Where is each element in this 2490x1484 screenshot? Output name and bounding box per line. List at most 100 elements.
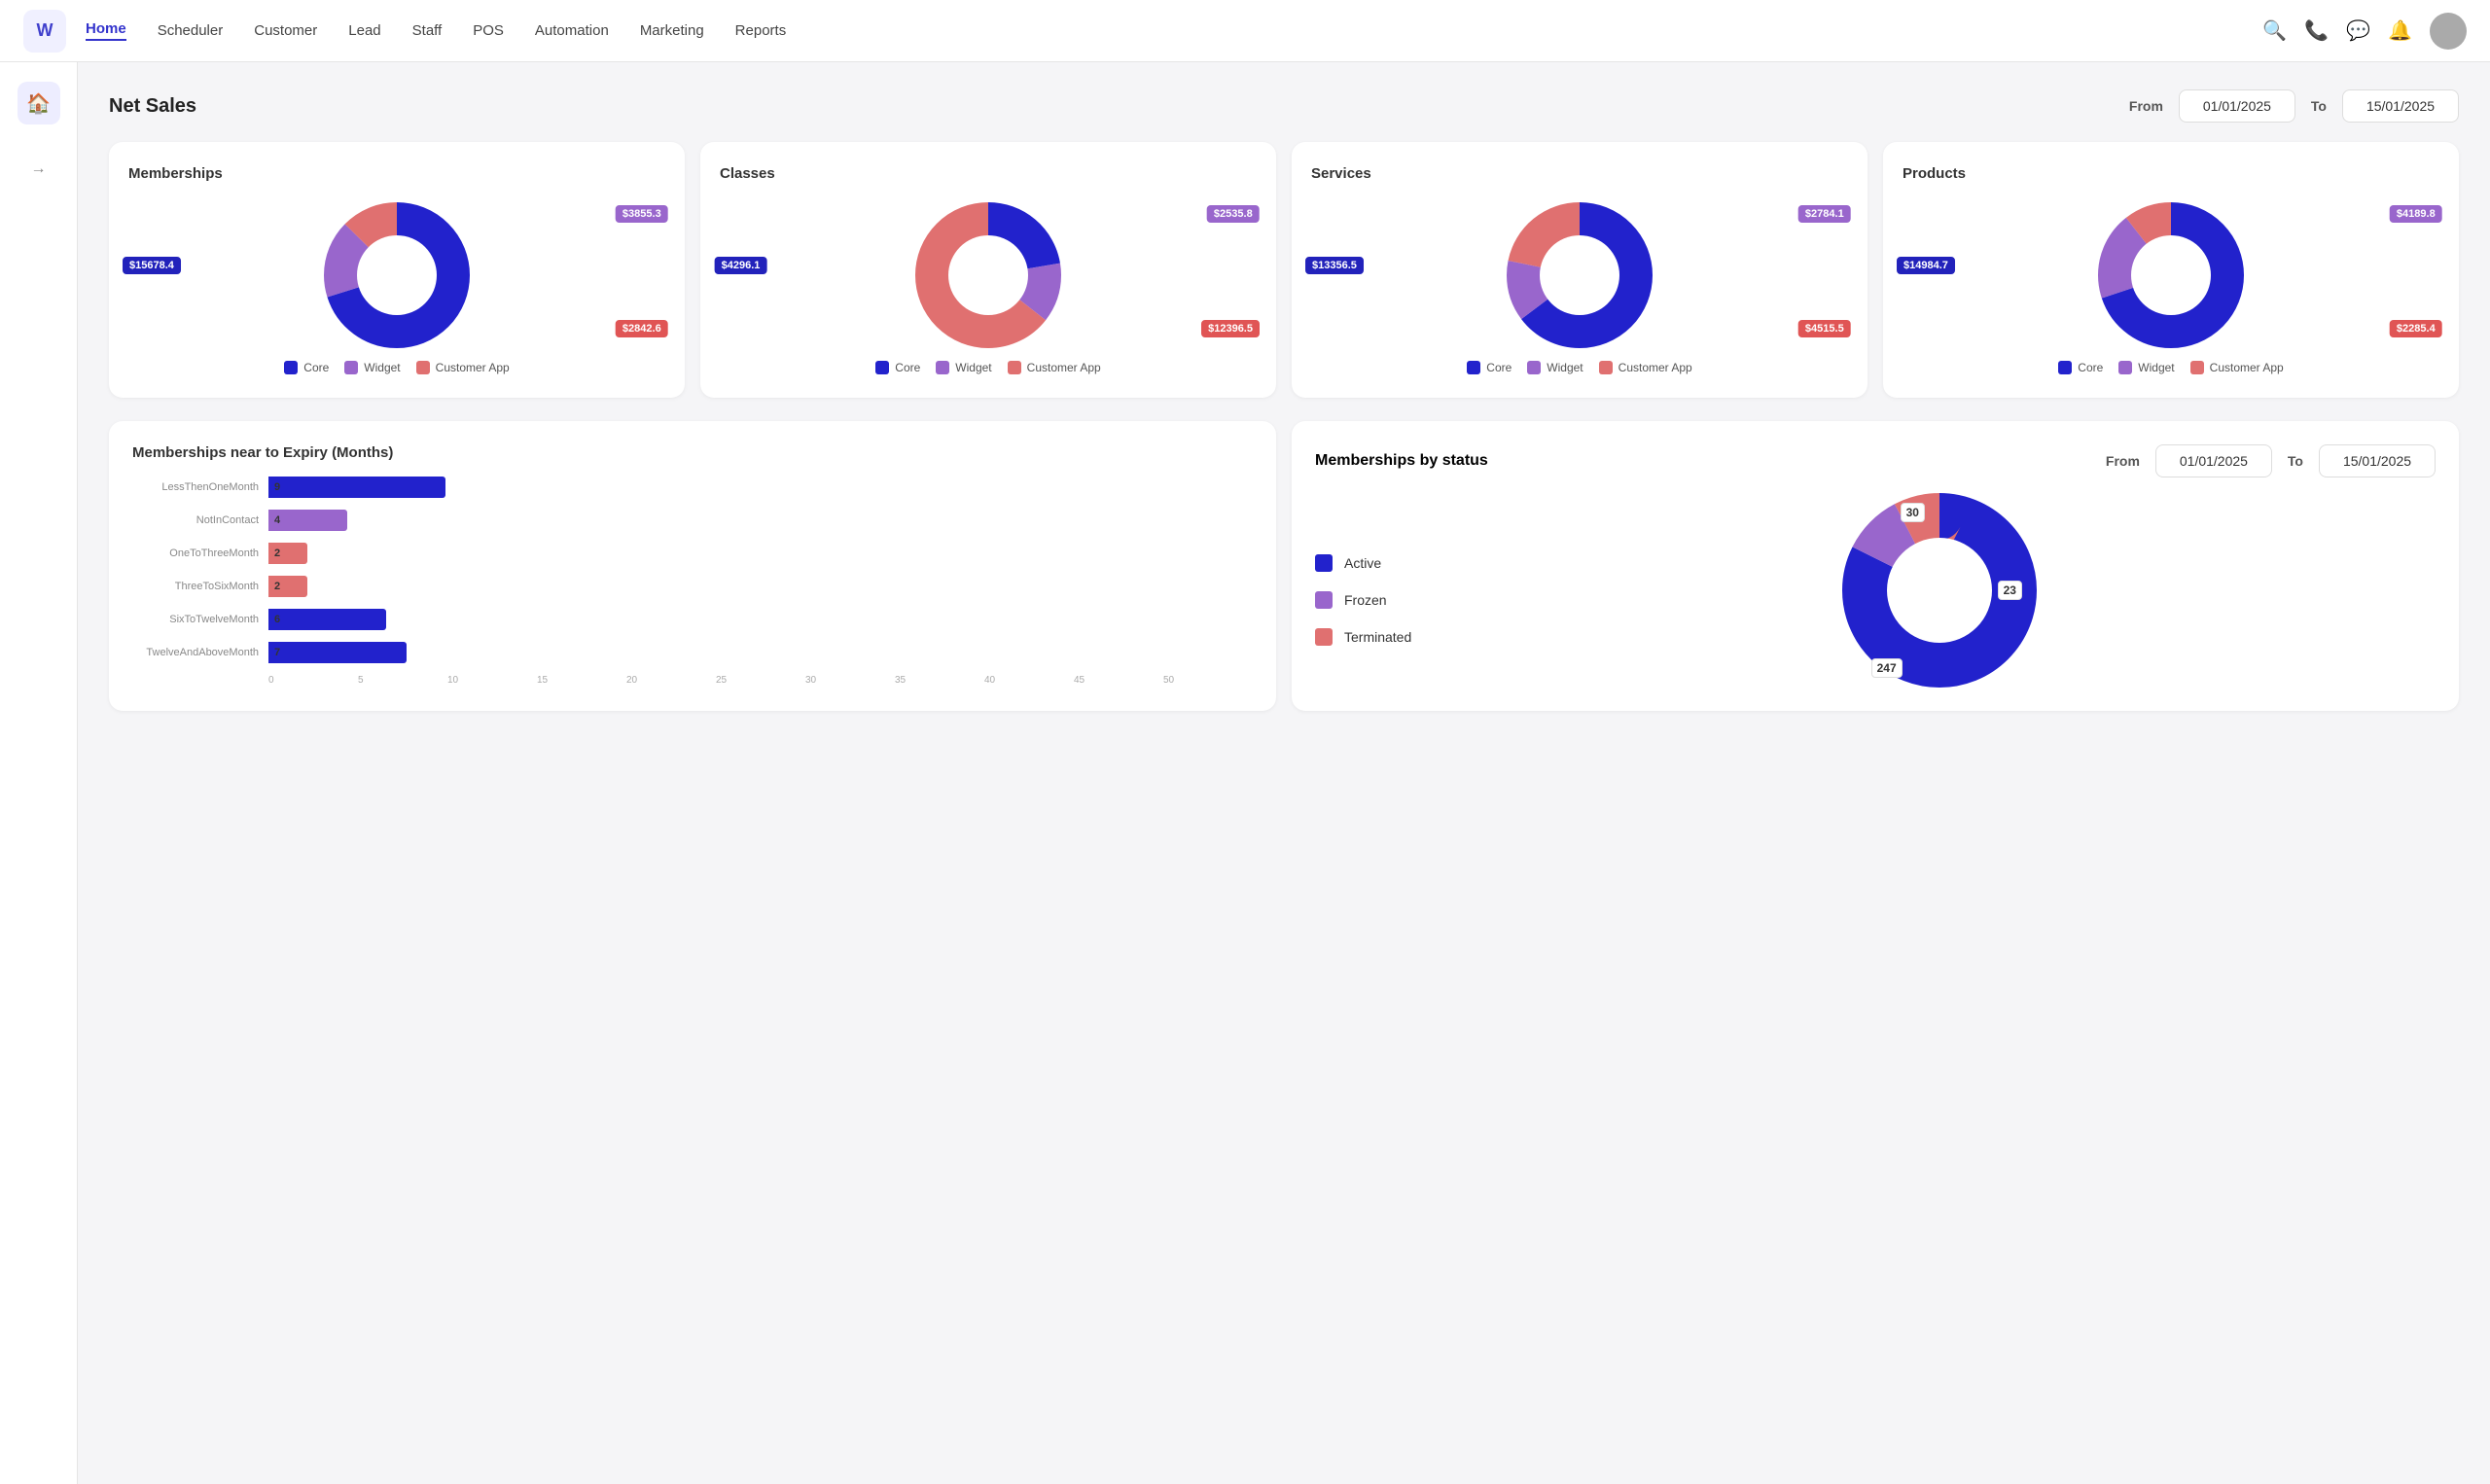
legend-item: Core <box>1467 361 1512 374</box>
status-legend-label: Frozen <box>1344 592 1387 608</box>
legend-dot <box>1467 361 1480 374</box>
legend-label: Core <box>1486 361 1512 374</box>
x-tick: 35 <box>895 675 984 686</box>
legend-label: Widget <box>955 361 991 374</box>
donut-ann-label: 23 <box>1998 581 2022 600</box>
legend-dot <box>2190 361 2204 374</box>
legend-label: Widget <box>1547 361 1583 374</box>
legend-dot <box>2118 361 2132 374</box>
legend-label: Customer App <box>2210 361 2284 374</box>
x-tick: 0 <box>268 675 358 686</box>
bar-row: TwelveAndAboveMonth7 <box>132 642 1253 663</box>
legend-item: Customer App <box>2190 361 2284 374</box>
status-legend: ActiveFrozenTerminated <box>1315 554 1411 646</box>
donut-cards-grid: Memberships$15678.4$3855.3$2842.6CoreWid… <box>109 142 2459 398</box>
label-core-classes: $4296.1 <box>715 257 767 274</box>
sidebar-collapse-icon[interactable]: → <box>18 148 60 191</box>
status-to-date[interactable]: 15/01/2025 <box>2319 444 2436 477</box>
label-customerApp-classes: $12396.5 <box>1201 320 1260 337</box>
phone-icon[interactable]: 📞 <box>2304 18 2329 43</box>
legend-dot <box>1599 361 1613 374</box>
donut-card-classes: Classes $4296.1 $2535.8 $12396.5 Core Widget C… <box>700 142 1276 398</box>
nav-link-marketing[interactable]: Marketing <box>640 22 704 39</box>
card-title-services: Services <box>1311 165 1848 182</box>
x-tick: 20 <box>626 675 716 686</box>
donut-card-services: Services$13356.5$2784.1$4515.5CoreWidget… <box>1292 142 1868 398</box>
status-from-date[interactable]: 01/01/2025 <box>2155 444 2272 477</box>
bar-fill: 2 <box>268 543 307 564</box>
legend-dot <box>416 361 430 374</box>
nav-link-scheduler[interactable]: Scheduler <box>158 22 224 39</box>
status-dot <box>1315 554 1333 572</box>
expiry-title: Memberships near to Expiry (Months) <box>132 444 1253 461</box>
legend-item: Core <box>284 361 329 374</box>
bar-fill: 7 <box>268 642 407 663</box>
label-core-memberships: $15678.4 <box>123 257 181 274</box>
to-date[interactable]: 15/01/2025 <box>2342 89 2459 123</box>
nav-link-customer[interactable]: Customer <box>254 22 317 39</box>
x-tick: 50 <box>1163 675 1253 686</box>
bar-value: 2 <box>274 548 280 559</box>
notification-icon[interactable]: 🔔 <box>2388 18 2412 43</box>
whatsapp-icon[interactable]: 💬 <box>2346 18 2370 43</box>
main-content: Net Sales From 01/01/2025 To 15/01/2025 … <box>78 62 2490 1484</box>
legend-services: Core Widget Customer App <box>1311 361 1848 374</box>
label-customerApp-services: $4515.5 <box>1798 320 1851 337</box>
main-layout: 🏠 → Net Sales From 01/01/2025 To 15/01/2… <box>0 62 2490 1484</box>
nav-link-lead[interactable]: Lead <box>348 22 380 39</box>
bar-label: ThreeToSixMonth <box>132 581 268 592</box>
label-widget-memberships: $3855.3 <box>616 205 668 223</box>
label-customerApp-memberships: $2842.6 <box>616 320 668 337</box>
status-legend-label: Terminated <box>1344 629 1411 645</box>
legend-dot <box>344 361 358 374</box>
donut-card-memberships: Memberships$15678.4$3855.3$2842.6CoreWid… <box>109 142 685 398</box>
bar-row: NotInContact4 <box>132 510 1253 531</box>
bar-label: TwelveAndAboveMonth <box>132 647 268 658</box>
nav-link-staff[interactable]: Staff <box>412 22 443 39</box>
nav-link-home[interactable]: Home <box>86 20 126 41</box>
sidebar-home-icon[interactable]: 🏠 <box>18 82 60 124</box>
label-widget-classes: $2535.8 <box>1207 205 1260 223</box>
legend-dot <box>2058 361 2072 374</box>
card-title-classes: Classes <box>720 165 1257 182</box>
bar-label: LessThenOneMonth <box>132 481 268 493</box>
expiry-card: Memberships near to Expiry (Months) Less… <box>109 421 1276 711</box>
avatar[interactable] <box>2430 13 2467 50</box>
bar-label: OneToThreeMonth <box>132 548 268 559</box>
bar-track: 7 <box>268 642 1253 663</box>
bar-fill: 6 <box>268 609 386 630</box>
x-tick: 5 <box>358 675 447 686</box>
nav-link-pos[interactable]: POS <box>473 22 504 39</box>
bar-track: 6 <box>268 609 1253 630</box>
legend-dot <box>1527 361 1541 374</box>
from-date[interactable]: 01/01/2025 <box>2179 89 2295 123</box>
donut-card-products: Products$14984.7$4189.8$2285.4CoreWidget… <box>1883 142 2459 398</box>
legend-item: Widget <box>1527 361 1583 374</box>
x-tick: 15 <box>537 675 626 686</box>
card-title-products: Products <box>1903 165 2439 182</box>
nav-links: Home Scheduler Customer Lead Staff POS Automat… <box>86 20 2262 41</box>
legend-label: Widget <box>364 361 400 374</box>
logo[interactable]: W <box>23 10 66 53</box>
legend-item: Customer App <box>1008 361 1101 374</box>
legend-item: Widget <box>936 361 991 374</box>
legend-dot <box>936 361 949 374</box>
status-header: Memberships by status From 01/01/2025 To… <box>1315 444 2436 477</box>
legend-label: Core <box>895 361 920 374</box>
nav-link-reports[interactable]: Reports <box>735 22 787 39</box>
topnav: W Home Scheduler Customer Lead Staff POS Autom… <box>0 0 2490 62</box>
search-icon[interactable]: 🔍 <box>2262 18 2287 43</box>
legend-dot <box>875 361 889 374</box>
bar-value: 2 <box>274 581 280 592</box>
bar-fill: 2 <box>268 576 307 597</box>
legend-label: Customer App <box>1618 361 1692 374</box>
status-title: Memberships by status <box>1315 452 2090 470</box>
bar-row: ThreeToSixMonth 2 <box>132 576 1253 597</box>
bar-row: LessThenOneMonth9 <box>132 477 1253 498</box>
bar-chart: LessThenOneMonth9 NotInContact4 OneToThree… <box>132 477 1253 686</box>
donut-ann-label: 30 <box>1901 503 1925 522</box>
nav-link-automation[interactable]: Automation <box>535 22 609 39</box>
legend-label: Customer App <box>1027 361 1101 374</box>
legend-label: Core <box>2078 361 2103 374</box>
bar-track: 2 <box>268 543 1253 564</box>
